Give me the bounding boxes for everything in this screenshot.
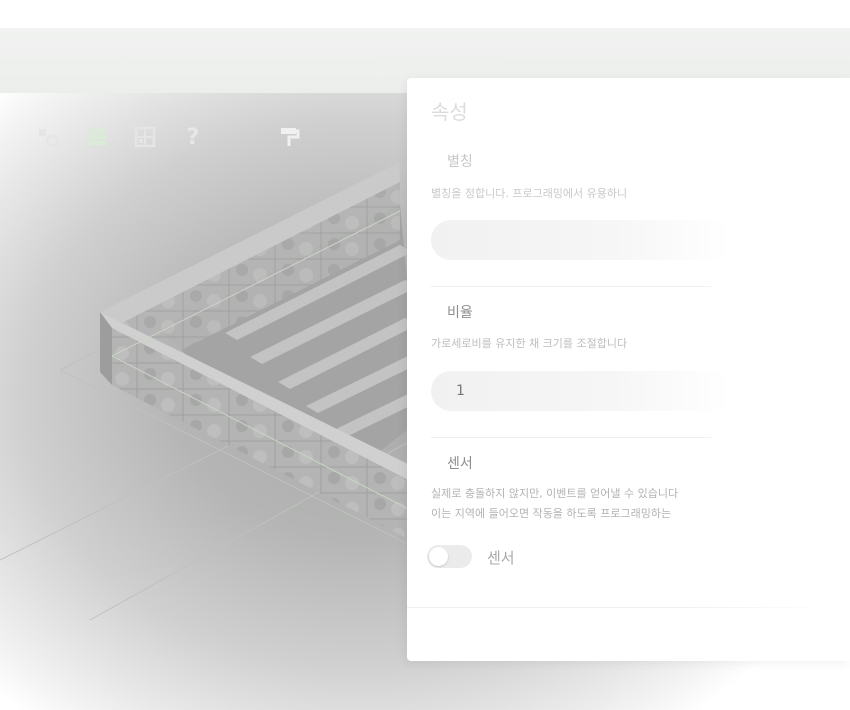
panel-edge-fade [680, 78, 850, 661]
sensor-toggle[interactable] [427, 545, 472, 568]
help-icon[interactable]: ? [178, 122, 208, 152]
sensor-description-line2: 이는 지역에 들어오면 작동을 하도록 프로그래밍하는 [431, 507, 672, 520]
panel-footer-divider [407, 607, 850, 608]
divider [431, 286, 711, 287]
divider [431, 437, 711, 438]
properties-panel: 속성 별칭 별칭을 정합니다. 프로그래밍에서 유용하니 비율 가로세로비를 유… [407, 78, 850, 661]
shapes-icon[interactable] [33, 122, 63, 152]
scale-title: 비율 [447, 305, 473, 321]
nickname-input[interactable] [431, 220, 731, 260]
sensor-description-line1: 실제로 충돌하지 않지만, 이벤트를 얻어낼 수 있습니다 [431, 487, 679, 500]
layers-icon[interactable] [82, 122, 112, 152]
grid-icon[interactable] [130, 122, 160, 152]
nickname-description: 별칭을 정합니다. 프로그래밍에서 유용하니 [431, 187, 628, 200]
sensor-title: 센서 [447, 456, 473, 472]
sensor-toggle-label: 센서 [487, 549, 515, 567]
toggle-knob [429, 547, 448, 566]
nickname-title: 별칭 [447, 154, 473, 170]
paint-roller-icon[interactable] [274, 122, 304, 152]
panel-title: 속성 [431, 100, 468, 124]
scale-input[interactable] [431, 371, 731, 411]
scale-description: 가로세로비를 유지한 채 크기를 조절합니다 [431, 337, 628, 350]
